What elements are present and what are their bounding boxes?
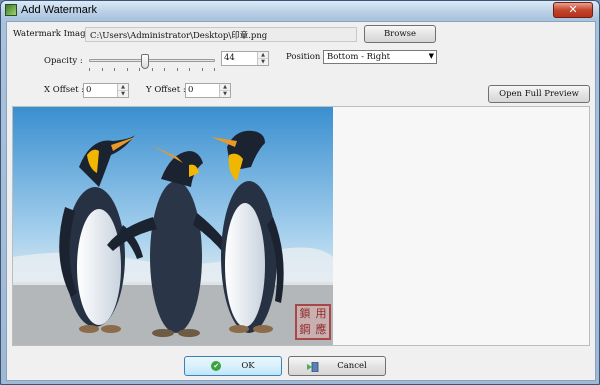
spin-down-icon[interactable]: ▼ [118,91,128,97]
preview-image: 鎖 用 鋼 應 [13,107,333,345]
ok-button[interactable]: ✔ OK [184,356,282,376]
slider-tick [139,68,140,71]
check-circle-icon: ✔ [211,360,222,371]
y-offset-stepper[interactable]: 0 ▲ ▼ [185,83,231,98]
slider-tick [164,68,165,71]
preview-pane: 鎖 用 鋼 應 [12,106,590,346]
spin-up-icon[interactable]: ▲ [118,84,128,91]
open-full-preview-button[interactable]: Open Full Preview [488,85,590,103]
opacity-slider-thumb[interactable] [140,54,149,69]
slider-tick [189,68,190,71]
cancel-label: Cancel [337,361,367,371]
cancel-button[interactable]: Cancel [288,356,386,376]
spin-down-icon[interactable]: ▼ [258,59,268,65]
y-offset-value: 0 [188,85,194,95]
spin-down-icon[interactable]: ▼ [220,91,230,97]
opacity-slider[interactable] [89,54,215,69]
position-select[interactable]: Bottom - Right ▼ [323,50,437,64]
title-bar[interactable]: Add Watermark ✕ [1,1,599,20]
watermark-image-path-field[interactable]: C:\Users\Administrator\Desktop\印章.png [85,27,357,42]
chevron-down-icon: ▼ [428,52,434,60]
window-title: Add Watermark [21,4,98,16]
browse-button[interactable]: Browse [364,25,436,43]
stamp-char: 用 [315,307,327,320]
opacity-label: Opacity : [44,56,83,66]
slider-tick [152,68,153,71]
cancel-door-icon [307,361,319,372]
close-button[interactable]: ✕ [553,2,593,18]
slider-tick [89,68,90,71]
position-label: Position : [286,52,326,62]
watermark-stamp: 鎖 用 鋼 應 [295,304,331,340]
x-offset-value: 0 [86,85,92,95]
slider-tick [177,68,178,71]
x-offset-label: X Offset : [44,85,85,95]
y-offset-label: Y Offset : [146,85,186,95]
opacity-slider-ticks [89,68,215,71]
stamp-char: 應 [315,323,327,336]
ok-label: OK [241,361,255,371]
add-watermark-dialog: Add Watermark ✕ Watermark Image : C:\Use… [0,0,600,385]
stamp-char: 鋼 [299,323,311,336]
position-selected-value: Bottom - Right [327,52,391,62]
stamp-char: 鎖 [299,307,311,320]
opacity-stepper[interactable]: 44 ▲ ▼ [221,51,269,66]
dialog-body: Watermark Image : C:\Users\Administrator… [6,21,596,381]
slider-tick [114,68,115,71]
watermark-app-icon [5,4,17,16]
slider-tick [102,68,103,71]
watermark-image-label: Watermark Image : [13,29,97,39]
spin-up-icon[interactable]: ▲ [220,84,230,91]
spin-up-icon[interactable]: ▲ [258,52,268,59]
slider-tick [214,68,215,71]
x-offset-stepper[interactable]: 0 ▲ ▼ [83,83,129,98]
opacity-value: 44 [224,53,235,63]
slider-tick [202,68,203,71]
slider-tick [127,68,128,71]
